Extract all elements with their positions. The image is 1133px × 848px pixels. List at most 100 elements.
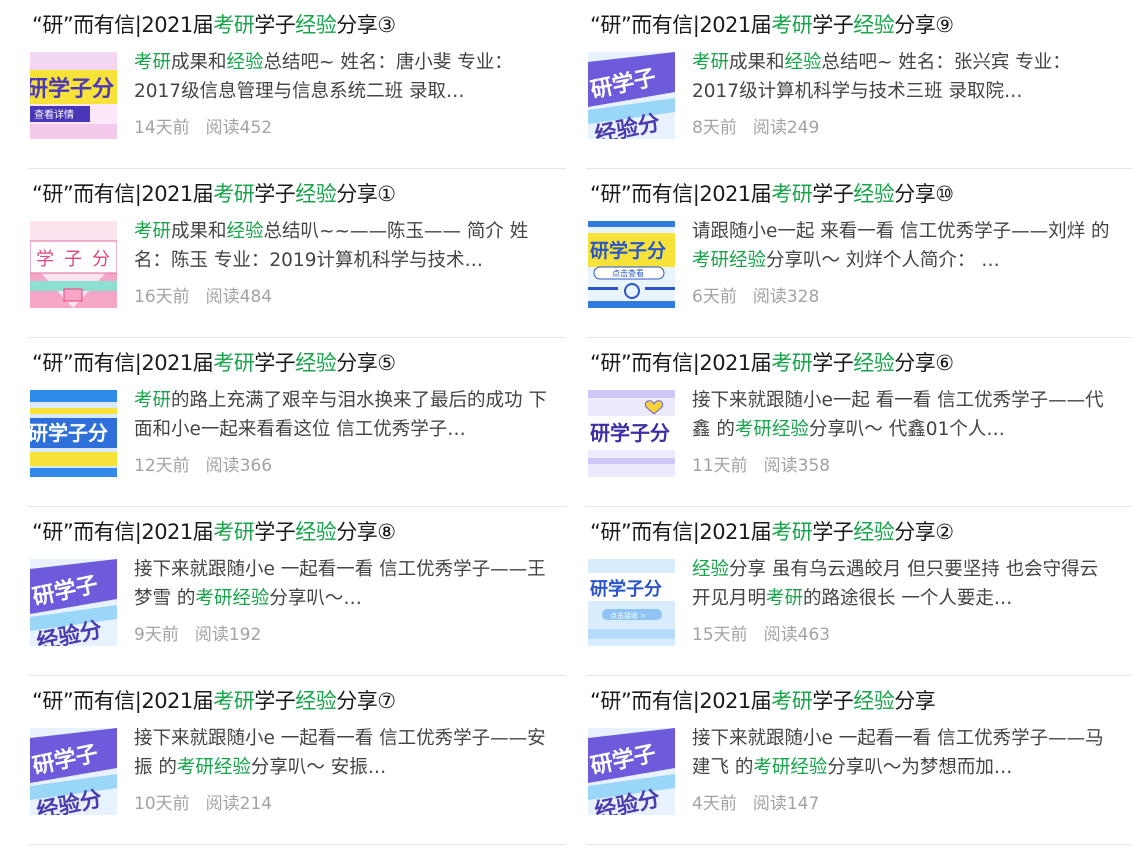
highlighted-keyword: 经验 [729, 250, 767, 271]
thumb-lightblue-banner: 研学子分 点击接收 > [588, 559, 675, 646]
article-title[interactable]: “研”而有信|2021届考研学子经验分享⑨ [590, 10, 954, 40]
publish-time: 6天前 [692, 287, 737, 307]
svg-text:研学子分: 研学子分 [30, 76, 114, 102]
article-thumbnail[interactable]: 研学子 经验分 [588, 728, 675, 815]
highlighted-keyword: 经验 [226, 52, 264, 73]
article-title[interactable]: “研”而有信|2021届考研学子经验分享⑩ [590, 179, 954, 209]
summary-text: 请跟随小e一起 来看一看 信工优秀学子——刘烊 的 [692, 221, 1110, 242]
article-number: ⑧ [377, 520, 396, 544]
summary-text: 分享叭～ 代鑫01个人… [808, 419, 1005, 440]
article-thumbnail[interactable]: 研学子 经验分 [30, 728, 117, 815]
highlighted-keyword: 考研 [134, 390, 172, 411]
svg-text:分: 分 [92, 249, 110, 270]
article-title[interactable]: “研”而有信|2021届考研学子经验分享⑤ [32, 348, 396, 378]
article-thumbnail[interactable]: 研学子 经验分 [588, 52, 675, 139]
article-card[interactable]: “研”而有信|2021届考研学子经验分享⑩ 研学子分 点击查看 请跟随小e一起 … [586, 169, 1132, 338]
article-card[interactable]: “研”而有信|2021届考研学子经验分享⑦ 研学子 经验分 接下来就跟随小e 一… [28, 676, 566, 845]
article-card[interactable]: “研”而有信|2021届考研学子经验分享⑤ 研学子分 考研的路上充满了艰辛与泪水… [28, 338, 566, 507]
article-thumbnail[interactable]: 研学子 经验分 [30, 559, 117, 646]
article-summary: 经验分享 虽有乌云遇皎月 但只要坚持 也会守得云开见月明考研的路途很长 一个人要… [692, 555, 1110, 613]
article-number: ① [377, 182, 396, 206]
article-number: ③ [377, 13, 396, 37]
article-title[interactable]: “研”而有信|2021届考研学子经验分享③ [32, 10, 396, 40]
article-thumbnail[interactable]: 研学子分 点击接收 > [588, 559, 675, 646]
read-count: 阅读249 [752, 118, 820, 138]
article-number: ⑤ [377, 351, 396, 375]
thumb-purple-diagonal: 研学子 经验分 [588, 728, 675, 815]
read-count: 阅读328 [752, 287, 820, 307]
article-number: ⑥ [935, 351, 954, 375]
article-thumbnail[interactable]: 研学子分 点击查看 [588, 221, 675, 308]
article-thumbnail[interactable]: 学 子 分 [30, 221, 117, 308]
article-meta: 14天前 阅读452 [134, 113, 272, 138]
summary-text: 成果和 [171, 221, 227, 242]
read-count: 阅读484 [205, 287, 273, 307]
article-summary: 接下来就跟随小e 一起看一看 信工优秀学子——王梦雪 的考研经验分享叭～… [134, 555, 552, 613]
article-number: ② [935, 520, 954, 544]
article-number: ⑦ [377, 689, 396, 713]
article-title[interactable]: “研”而有信|2021届考研学子经验分享⑧ [32, 517, 396, 547]
article-card[interactable]: “研”而有信|2021届考研学子经验分享② 研学子分 点击接收 > 经验分享 虽… [586, 507, 1132, 676]
svg-text:研学子分: 研学子分 [590, 578, 662, 600]
article-meta: 4天前 阅读147 [692, 789, 819, 814]
article-number: ⑩ [935, 182, 954, 206]
summary-text: 的路途很长 一个人要走… [803, 588, 1013, 609]
article-title[interactable]: “研”而有信|2021届考研学子经验分享② [590, 517, 954, 547]
summary-text: 成果和 [729, 52, 785, 73]
thumb-pink-banner: 研学子分 查看详情 [30, 52, 117, 139]
highlighted-keyword: 考研 [753, 757, 791, 778]
svg-text:学: 学 [36, 249, 54, 270]
highlighted-keyword: 考研 [176, 757, 214, 778]
read-count: 阅读452 [205, 118, 273, 138]
article-title[interactable]: “研”而有信|2021届考研学子经验分享 [590, 686, 936, 716]
article-meta: 8天前 阅读249 [692, 113, 819, 138]
summary-text: 分享叭～ 安振… [250, 757, 387, 778]
article-card[interactable]: “研”而有信|2021届考研学子经验分享③ 研学子分 查看详情 考研成果和经验总… [28, 0, 566, 169]
article-card[interactable]: “研”而有信|2021届考研学子经验分享 研学子 经验分 接下来就跟随小e 一起… [586, 676, 1132, 845]
publish-time: 11天前 [692, 456, 748, 476]
svg-text:子: 子 [64, 249, 82, 270]
read-count: 阅读366 [205, 456, 273, 476]
highlighted-keyword: 经验 [213, 757, 251, 778]
publish-time: 10天前 [134, 794, 190, 814]
thumb-purple-diagonal: 研学子 经验分 [30, 728, 117, 815]
highlighted-keyword: 经验 [692, 559, 730, 580]
article-thumbnail[interactable]: 研学子分 [30, 390, 117, 477]
article-summary: 考研的路上充满了艰辛与泪水换来了最后的成功 下面和小e一起来看看这位 信工优秀学… [134, 386, 552, 444]
article-meta: 6天前 阅读328 [692, 282, 819, 307]
svg-text:研学子分: 研学子分 [30, 421, 108, 445]
publish-time: 9天前 [134, 625, 179, 645]
article-summary: 请跟随小e一起 来看一看 信工优秀学子——刘烊 的考研经验分享叭～ 刘烊个人简介… [692, 217, 1110, 275]
article-column-left: “研”而有信|2021届考研学子经验分享③ 研学子分 查看详情 考研成果和经验总… [28, 0, 566, 845]
article-title[interactable]: “研”而有信|2021届考研学子经验分享⑥ [590, 348, 954, 378]
read-count: 阅读214 [205, 794, 273, 814]
thumb-lavender-heart: 研学子分 [588, 390, 675, 477]
summary-text: 分享叭～ 刘烊个人简介： … [766, 250, 1000, 271]
article-card[interactable]: “研”而有信|2021届考研学子经验分享① 学 子 分 考研成果和经验总结叭~~… [28, 169, 566, 338]
article-summary: 接下来就跟随小e 一起看一看 信工优秀学子——马建飞 的考研经验分享叭～为梦想而… [692, 724, 1110, 782]
highlighted-keyword: 考研 [195, 588, 233, 609]
publish-time: 15天前 [692, 625, 748, 645]
article-meta: 12天前 阅读366 [134, 451, 272, 476]
thumb-purple-diagonal: 研学子 经验分 [588, 52, 675, 139]
summary-text: 分享叭～为梦想而加… [827, 757, 1013, 778]
article-column-right: “研”而有信|2021届考研学子经验分享⑨ 研学子 经验分 考研成果和经验总结吧… [586, 0, 1132, 845]
publish-time: 8天前 [692, 118, 737, 138]
article-meta: 10天前 阅读214 [134, 789, 272, 814]
svg-text:点击查看: 点击查看 [612, 268, 644, 278]
article-meta: 16天前 阅读484 [134, 282, 272, 307]
article-title[interactable]: “研”而有信|2021届考研学子经验分享⑦ [32, 686, 396, 716]
publish-time: 16天前 [134, 287, 190, 307]
highlighted-keyword: 经验 [226, 221, 264, 242]
article-card[interactable]: “研”而有信|2021届考研学子经验分享⑧ 研学子 经验分 接下来就跟随小e 一… [28, 507, 566, 676]
thumb-yellow-blue-stripes: 研学子分 [30, 390, 117, 477]
summary-text: 成果和 [171, 52, 227, 73]
article-card[interactable]: “研”而有信|2021届考研学子经验分享⑨ 研学子 经验分 考研成果和经验总结吧… [586, 0, 1132, 169]
article-card[interactable]: “研”而有信|2021届考研学子经验分享⑥ 研学子分 接下来就跟随小e一起 看一… [586, 338, 1132, 507]
article-title[interactable]: “研”而有信|2021届考研学子经验分享① [32, 179, 396, 209]
article-thumbnail[interactable]: 研学子分 [588, 390, 675, 477]
article-thumbnail[interactable]: 研学子分 查看详情 [30, 52, 117, 139]
article-meta: 15天前 阅读463 [692, 620, 830, 645]
svg-text:查看详情: 查看详情 [34, 108, 74, 121]
thumb-pink-rays: 学 子 分 [30, 221, 117, 308]
